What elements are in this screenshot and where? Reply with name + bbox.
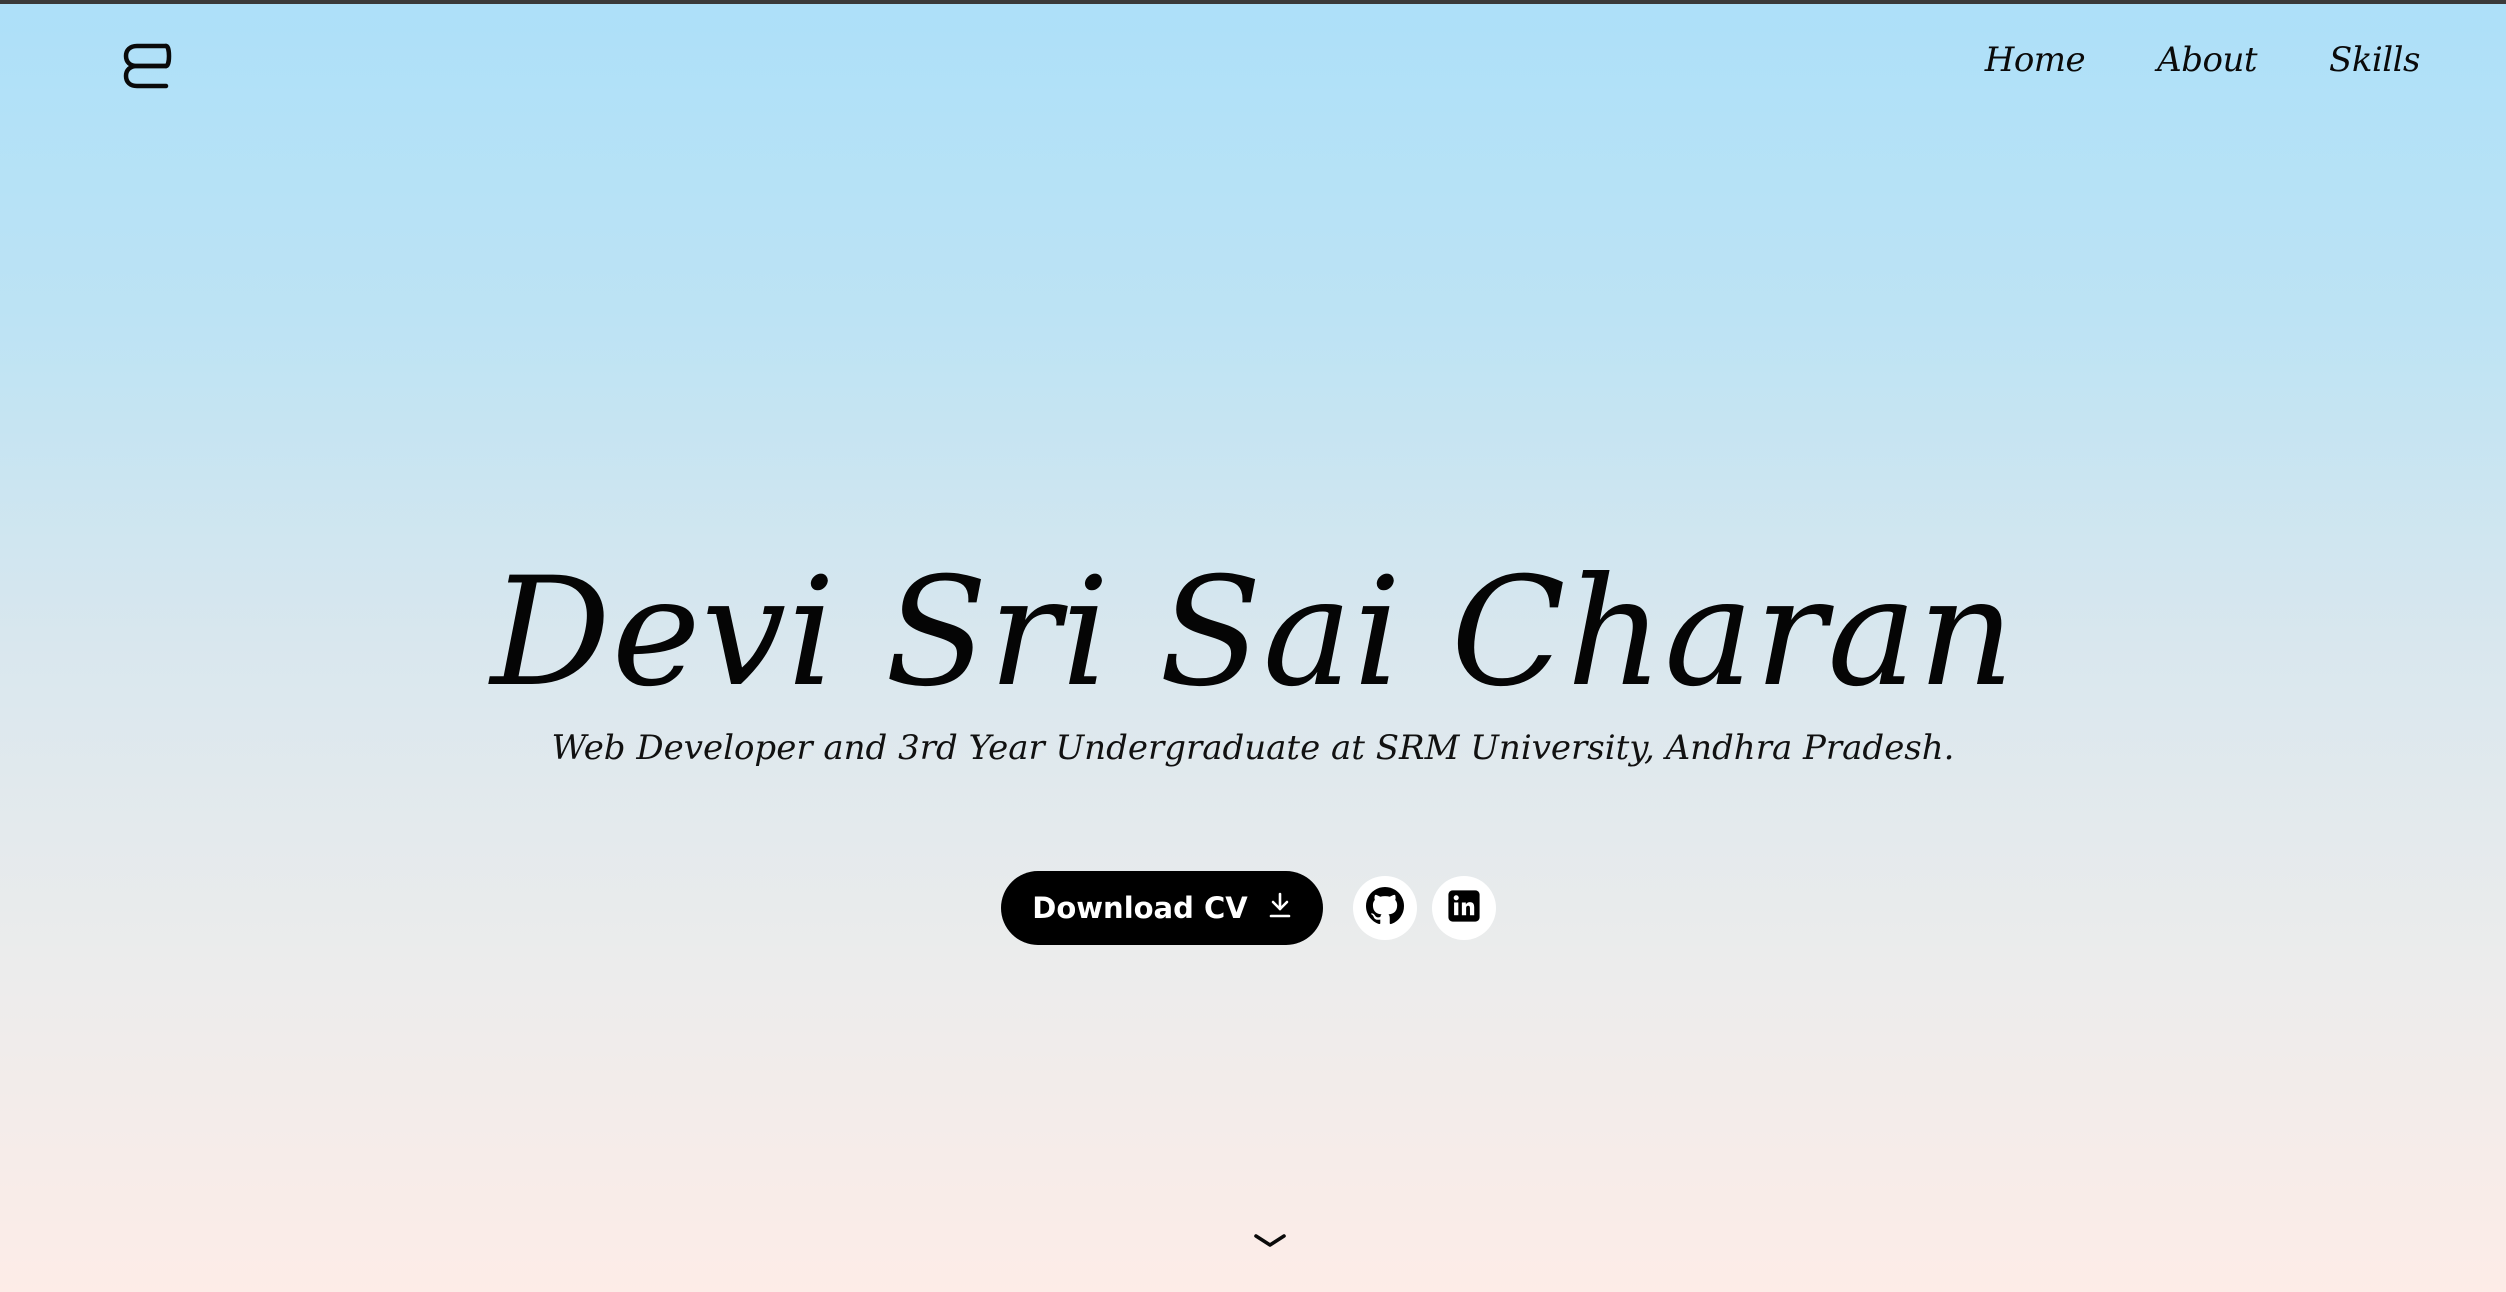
download-icon — [1268, 891, 1292, 926]
site-logo-icon[interactable] — [122, 40, 172, 92]
scroll-down-chevron-icon[interactable] — [1252, 1230, 1288, 1252]
github-link[interactable] — [1353, 876, 1417, 940]
nav-skills-link[interactable]: Skills — [2329, 40, 2420, 80]
hero-title: Devi Sri Sai Charan — [490, 546, 2016, 720]
linkedin-icon — [1447, 889, 1481, 927]
hero-subtitle: Web Developer and 3rd Year Undergraduate… — [551, 728, 1955, 768]
hero-section: Devi Sri Sai Charan Web Developer and 3r… — [0, 548, 2506, 768]
hero-actions: Download CV — [1001, 871, 1496, 945]
github-icon — [1366, 887, 1404, 929]
nav-home-link[interactable]: Home — [1985, 40, 2086, 80]
window-top-border — [0, 0, 2506, 4]
main-nav: Home About Skills — [1985, 40, 2421, 80]
download-cv-button[interactable]: Download CV — [1001, 871, 1323, 945]
download-cv-label: Download CV — [1032, 891, 1248, 925]
nav-about-link[interactable]: About — [2157, 40, 2257, 80]
linkedin-link[interactable] — [1432, 876, 1496, 940]
